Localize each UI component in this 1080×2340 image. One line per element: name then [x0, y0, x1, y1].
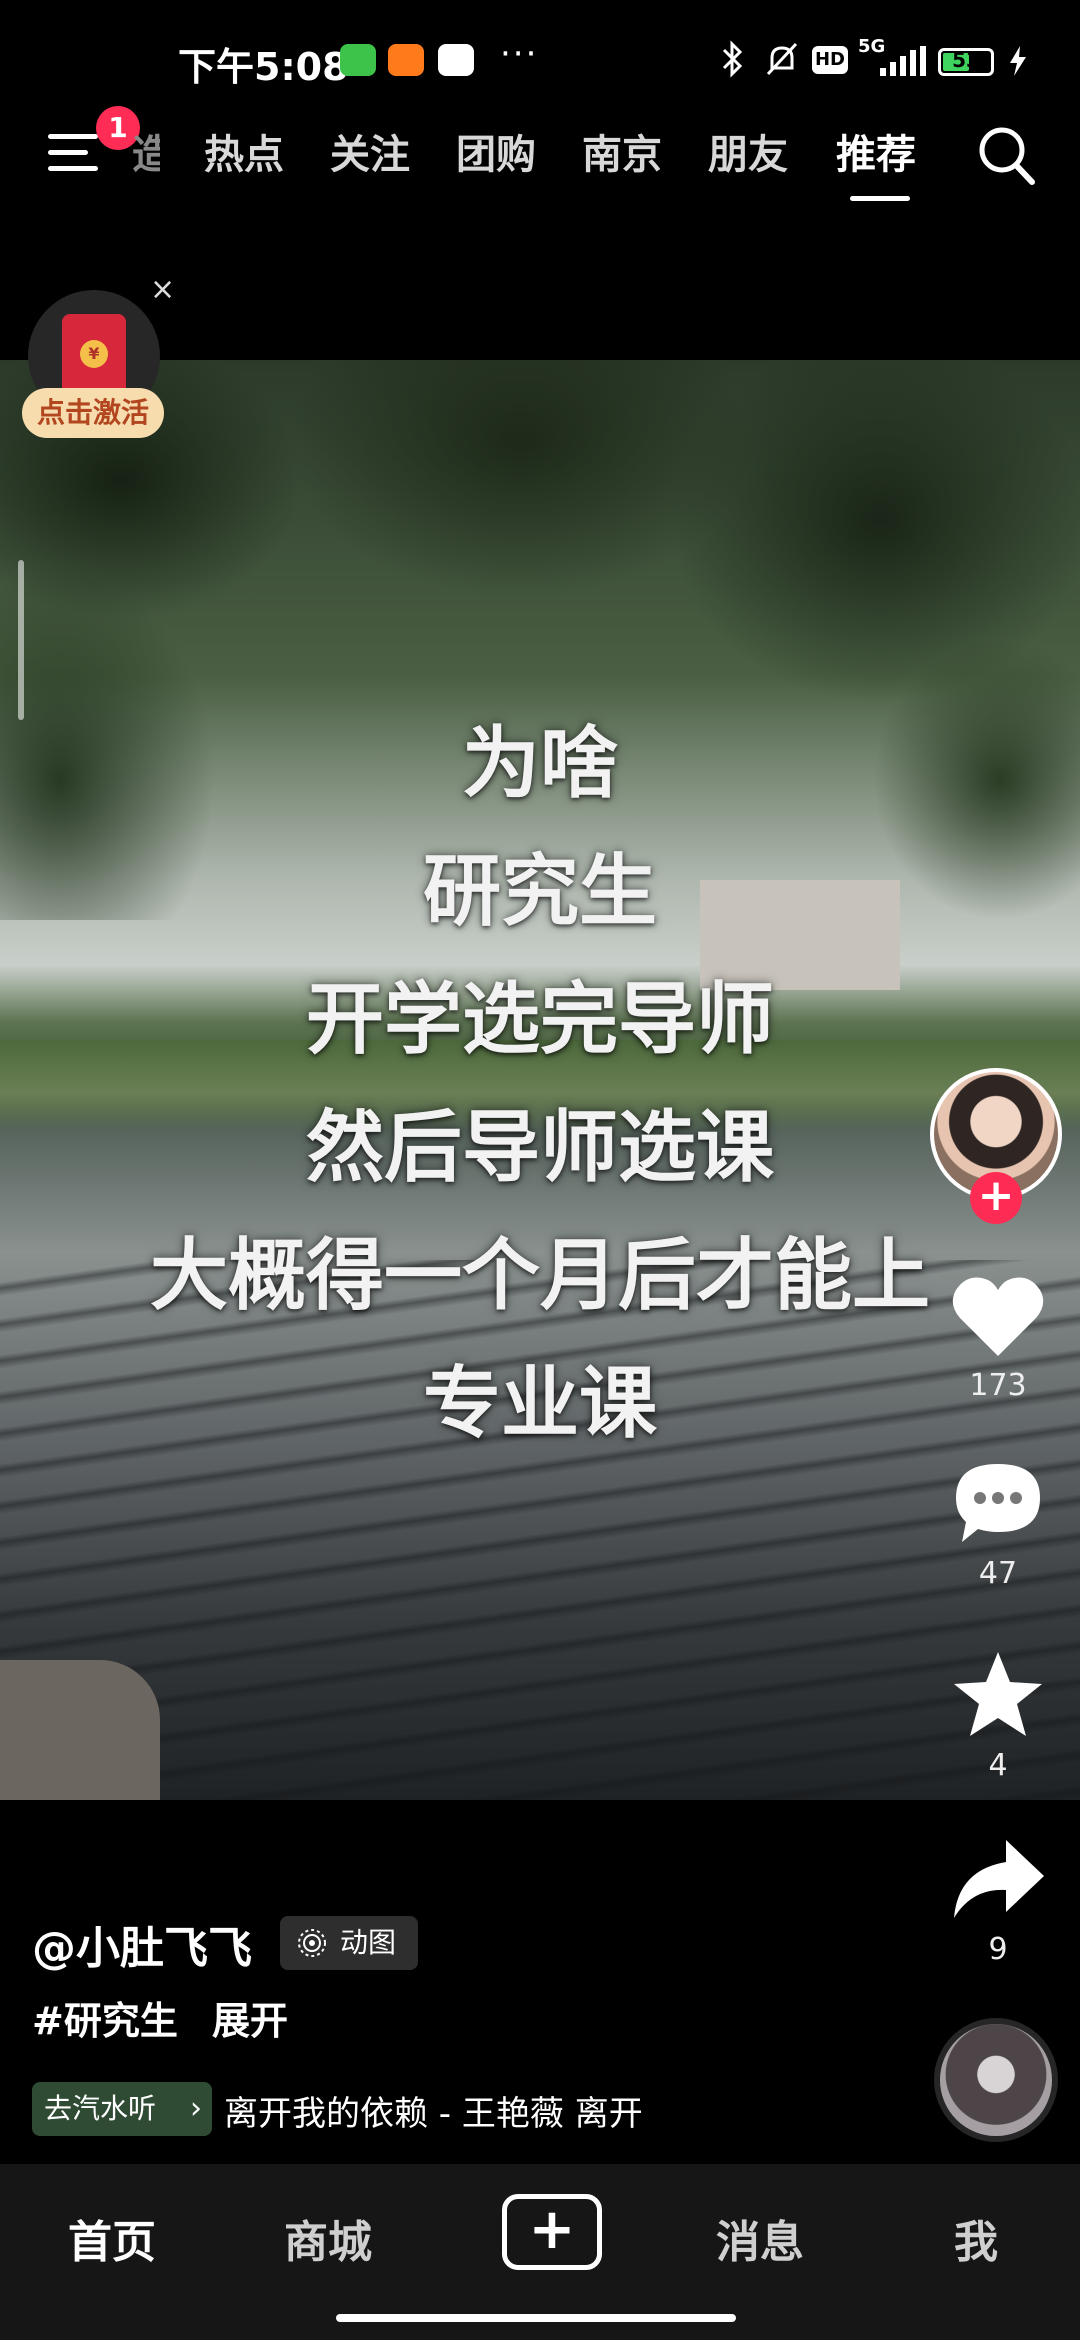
- tab-group-buy[interactable]: 团购: [456, 122, 536, 180]
- status-time: 下午5:08: [178, 45, 349, 89]
- expand-button[interactable]: 展开: [212, 1990, 288, 2045]
- tab-following[interactable]: 关注: [330, 122, 410, 180]
- menu-icon[interactable]: [48, 130, 102, 174]
- live-photo-label: 动图: [340, 1926, 397, 1959]
- tab-recommended[interactable]: 推荐: [836, 122, 916, 180]
- open-in-music-app-button[interactable]: 去汽水听 ›: [32, 2082, 212, 2136]
- follow-button[interactable]: +: [970, 1172, 1022, 1224]
- live-photo-icon: [296, 1916, 328, 1988]
- battery-icon: 53: [938, 48, 994, 76]
- share-icon[interactable]: [948, 1836, 1048, 1926]
- overlay-line: 专业课: [422, 1359, 657, 1449]
- author-username[interactable]: @小肚飞飞: [32, 1912, 252, 1976]
- battery-level: 53: [952, 48, 980, 72]
- tab-nanjing[interactable]: 南京: [582, 122, 662, 180]
- app-notification-icon: [388, 44, 424, 76]
- top-tabs: 热点 关注 团购 南京 朋友 推荐: [140, 122, 940, 192]
- overlay-line: 大概得一个月后才能上: [149, 1231, 930, 1321]
- stone-ledge: [0, 1660, 160, 1800]
- coin-icon: ¥: [80, 340, 108, 368]
- charging-icon: [1008, 46, 1028, 80]
- favorite-icon[interactable]: [948, 1650, 1048, 1740]
- overlay-line: 研究生: [422, 847, 657, 937]
- favorite-count: 4: [988, 1748, 1008, 1783]
- app-notification-icon: [438, 44, 474, 76]
- live-photo-chip[interactable]: 动图: [280, 1916, 418, 1970]
- share-count: 9: [988, 1932, 1008, 1967]
- more-notifications-icon: ···: [500, 34, 539, 74]
- activate-label[interactable]: 点击激活: [22, 388, 164, 438]
- bluetooth-icon: [720, 40, 746, 87]
- hashtag-link[interactable]: #研究生: [32, 1990, 178, 2045]
- like-count: 173: [969, 1368, 1027, 1403]
- comment-icon[interactable]: [948, 1458, 1048, 1548]
- status-bar: 下午5:08 ··· HD 5G 53: [0, 0, 1080, 120]
- hd-icon: HD: [812, 46, 848, 74]
- nav-messages[interactable]: 消息: [716, 2206, 804, 2270]
- music-disc[interactable]: [934, 2018, 1058, 2142]
- nav-mall[interactable]: 商城: [284, 2206, 372, 2270]
- like-icon[interactable]: [948, 1272, 1048, 1362]
- side-scroll-indicator: [18, 560, 24, 720]
- create-button[interactable]: +: [502, 2194, 602, 2270]
- overlay-line: 为啥: [461, 719, 618, 809]
- tab-friends[interactable]: 朋友: [708, 122, 788, 180]
- close-icon[interactable]: ×: [150, 272, 175, 307]
- nav-home[interactable]: 首页: [68, 2206, 156, 2270]
- tab-hot[interactable]: 热点: [204, 122, 284, 180]
- active-tab-indicator: [850, 196, 910, 201]
- search-icon[interactable]: [978, 124, 1036, 188]
- home-indicator[interactable]: [336, 2314, 736, 2322]
- chevron-right-icon: ›: [190, 2091, 202, 2126]
- video-overlay-text: 为啥 研究生 开学选完导师 然后导师选课 大概得一个月后才能上 专业课: [0, 700, 1080, 1468]
- app-notification-icon: [340, 44, 376, 76]
- overlay-line: 然后导师选课: [305, 1103, 774, 1193]
- mute-icon: [762, 40, 802, 87]
- music-title[interactable]: 离开我的依赖 - 王艳薇 离开: [224, 2086, 704, 2135]
- nav-me[interactable]: 我: [954, 2206, 998, 2270]
- overlay-line: 开学选完导师: [305, 975, 774, 1065]
- comment-count: 47: [978, 1556, 1018, 1591]
- signal-icon: [878, 46, 926, 80]
- music-app-label: 去汽水听: [44, 2092, 157, 2125]
- red-envelope-icon: ¥: [62, 314, 126, 396]
